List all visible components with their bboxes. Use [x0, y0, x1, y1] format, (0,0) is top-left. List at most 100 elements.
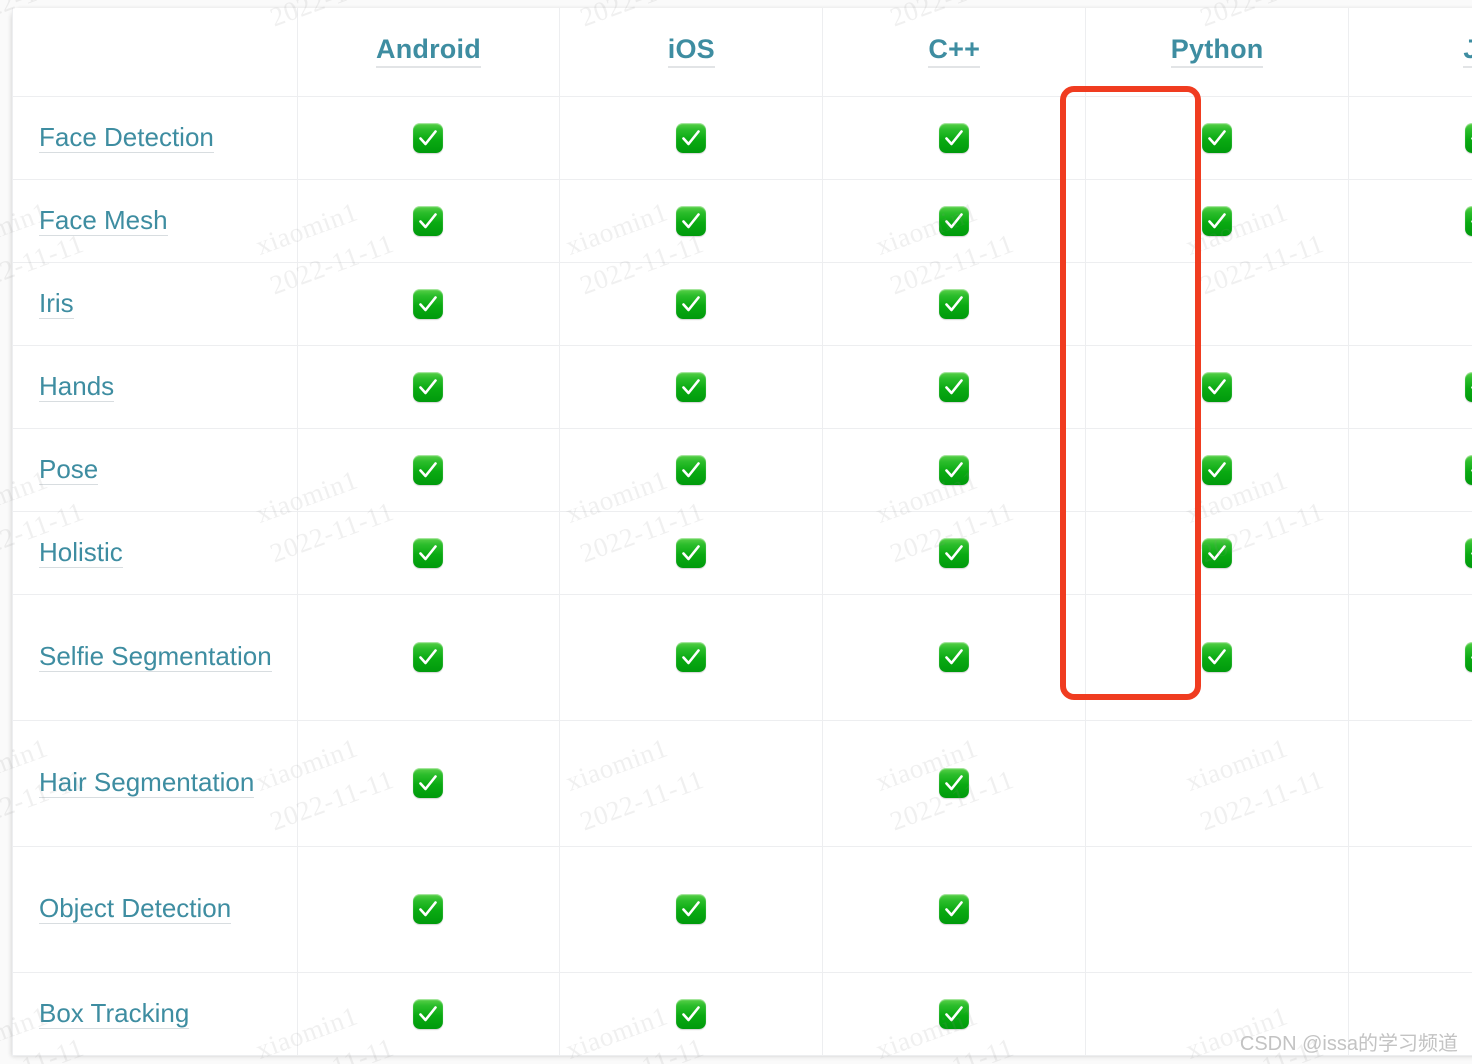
solutions-compatibility-table: Android iOS C++ Python JS Face Detection Face…: [12, 8, 1472, 1056]
support-cell-android: [296, 179, 561, 263]
green-check-mark-icon: [939, 768, 970, 798]
support-cell-cpp: [822, 972, 1087, 1056]
green-check-mark-icon: [413, 894, 444, 924]
support-cell-ios: [559, 345, 824, 429]
green-check-mark-icon: [413, 998, 444, 1029]
csdn-watermark: CSDN @issa的学习频道: [1239, 1033, 1458, 1055]
support-cell-python: [1085, 262, 1350, 346]
column-header-ios[interactable]: iOS: [559, 8, 824, 97]
column-header-link-android[interactable]: Android: [376, 35, 481, 68]
support-cell-js: [1348, 846, 1472, 973]
support-cell-python: [1085, 96, 1350, 180]
support-cell-js: [1348, 428, 1472, 512]
support-cell-ios: [559, 511, 824, 595]
green-check-mark-icon: [939, 537, 970, 568]
support-cell-js: [1348, 179, 1472, 263]
feature-link[interactable]: Holistic: [39, 536, 123, 568]
feature-name-cell: Hands: [12, 345, 298, 429]
feature-name-cell: Face Detection: [12, 96, 298, 180]
green-check-mark-icon: [939, 894, 970, 924]
green-check-mark-icon: [413, 537, 444, 568]
green-check-mark-icon: [1465, 205, 1472, 236]
support-cell-ios: [559, 720, 824, 847]
support-cell-python: [1085, 179, 1350, 263]
feature-name-cell: Object Detection: [12, 846, 298, 973]
support-cell-ios: [559, 594, 824, 721]
support-cell-cpp: [822, 179, 1087, 263]
table-row: Hair Segmentation: [12, 720, 1472, 847]
support-cell-js: [1348, 96, 1472, 180]
table-row: Object Detection: [12, 846, 1472, 973]
column-header-link-ios[interactable]: iOS: [667, 35, 715, 68]
feature-name-cell: Holistic: [12, 511, 298, 595]
feature-link[interactable]: Iris: [39, 287, 74, 319]
support-cell-js: [1348, 594, 1472, 721]
green-check-mark-icon: [676, 454, 707, 485]
column-header-js[interactable]: JS: [1348, 8, 1472, 97]
column-header-python[interactable]: Python: [1085, 8, 1350, 97]
column-header-link-python[interactable]: Python: [1170, 35, 1264, 68]
green-check-mark-icon: [413, 768, 444, 798]
feature-link[interactable]: Hair Segmentation: [39, 767, 255, 799]
support-cell-android: [296, 345, 561, 429]
green-check-mark-icon: [1202, 642, 1233, 672]
green-check-mark-icon: [413, 642, 444, 672]
green-check-mark-icon: [1202, 205, 1233, 236]
green-check-mark-icon: [676, 894, 707, 924]
green-check-mark-icon: [939, 642, 970, 672]
feature-name-cell: Pose: [12, 428, 298, 512]
feature-name-cell: Face Mesh: [12, 179, 298, 263]
column-header-link-cpp[interactable]: C++: [928, 35, 981, 68]
support-cell-ios: [559, 972, 824, 1056]
green-check-mark-icon: [939, 122, 970, 153]
green-check-mark-icon: [413, 371, 444, 402]
support-cell-cpp: [822, 345, 1087, 429]
feature-link[interactable]: Object Detection: [39, 893, 232, 925]
green-check-mark-icon: [1465, 537, 1472, 568]
support-cell-android: [296, 262, 561, 346]
support-cell-android: [296, 96, 561, 180]
green-check-mark-icon: [939, 371, 970, 402]
green-check-mark-icon: [413, 122, 444, 153]
green-check-mark-icon: [413, 205, 444, 236]
green-check-mark-icon: [1465, 642, 1472, 672]
support-cell-js: [1348, 720, 1472, 847]
support-cell-python: [1085, 511, 1350, 595]
feature-name-cell: Selfie Segmentation: [12, 594, 298, 721]
feature-link[interactable]: Hands: [39, 370, 115, 402]
support-cell-cpp: [822, 428, 1087, 512]
feature-link[interactable]: Selfie Segmentation: [39, 641, 272, 673]
support-cell-python: [1085, 428, 1350, 512]
support-cell-cpp: [822, 511, 1087, 595]
green-check-mark-icon: [413, 288, 444, 319]
table-header-row: Android iOS C++ Python JS: [12, 8, 1472, 97]
support-cell-ios: [559, 846, 824, 973]
green-check-mark-icon: [939, 998, 970, 1029]
feature-link[interactable]: Pose: [39, 453, 99, 485]
support-cell-android: [296, 428, 561, 512]
feature-link[interactable]: Face Detection: [39, 121, 214, 153]
support-cell-ios: [559, 96, 824, 180]
support-cell-js: [1348, 511, 1472, 595]
feature-link[interactable]: Box Tracking: [39, 997, 190, 1029]
column-header-android[interactable]: Android: [296, 8, 561, 97]
green-check-mark-icon: [1465, 122, 1472, 153]
table-header: Android iOS C++ Python JS: [12, 8, 1472, 97]
support-cell-python: [1085, 846, 1350, 973]
column-header-cpp[interactable]: C++: [822, 8, 1087, 97]
support-cell-ios: [559, 262, 824, 346]
feature-link[interactable]: Face Mesh: [39, 204, 168, 236]
green-check-mark-icon: [1202, 371, 1233, 402]
column-header-link-js[interactable]: JS: [1463, 35, 1472, 68]
table-row: Iris: [12, 262, 1472, 346]
support-cell-ios: [559, 179, 824, 263]
support-cell-android: [296, 846, 561, 973]
green-check-mark-icon: [676, 537, 707, 568]
green-check-mark-icon: [676, 288, 707, 319]
green-check-mark-icon: [1465, 454, 1472, 485]
support-cell-cpp: [822, 262, 1087, 346]
green-check-mark-icon: [1202, 122, 1233, 153]
support-cell-android: [296, 594, 561, 721]
green-check-mark-icon: [676, 205, 707, 236]
table-row: Selfie Segmentation: [12, 594, 1472, 721]
